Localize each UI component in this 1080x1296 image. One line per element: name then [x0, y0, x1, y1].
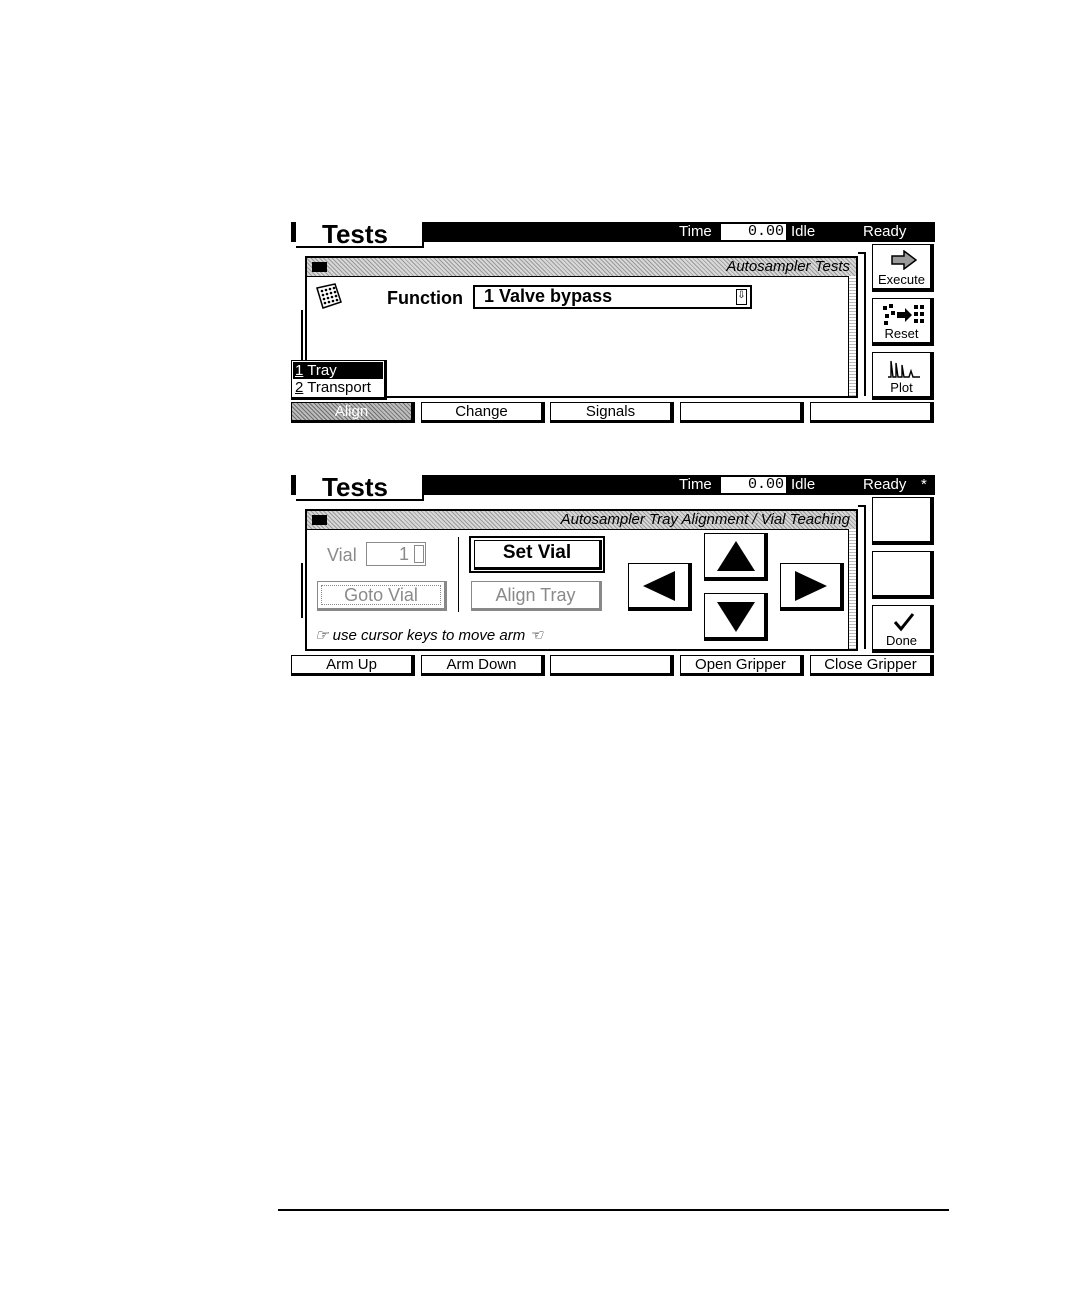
- menu-item-tray[interactable]: 1 Tray: [293, 362, 383, 379]
- vial-value: 1: [398, 544, 409, 564]
- back-window-edge-right: [858, 505, 866, 649]
- header-edge: [291, 222, 295, 242]
- softkey-open-gripper[interactable]: Open Gripper: [680, 655, 804, 676]
- arrow-right-icon: [891, 250, 917, 270]
- tests-screen-tray-alignment: Tests Time 0.00 Idle Ready * Autosampler…: [291, 474, 935, 681]
- menu-item-tray-key: 1: [295, 362, 304, 379]
- softkey-3[interactable]: [550, 655, 674, 676]
- softkey-align[interactable]: Align: [291, 402, 415, 423]
- screen-title: Tests: [296, 474, 424, 501]
- softkey-4[interactable]: [680, 402, 804, 423]
- time-label: Time: [679, 476, 712, 493]
- menu-item-transport-key: 2: [295, 379, 304, 396]
- hint-text: use cursor keys to move arm: [332, 627, 526, 644]
- menu-item-tray-label: Tray: [307, 362, 337, 379]
- status-flag: *: [921, 476, 927, 493]
- dialog-scrollbar[interactable]: [848, 276, 856, 396]
- plot-label: Plot: [890, 380, 913, 395]
- function-select[interactable]: 1 Valve bypass ⇩: [473, 285, 752, 309]
- softkey-5[interactable]: [810, 402, 934, 423]
- tests-screen-function: Tests Time 0.00 Idle Ready Autosampler T…: [291, 221, 935, 428]
- dropdown-arrow-icon[interactable]: ⇩: [736, 289, 747, 305]
- align-tray-label: Align Tray: [495, 585, 576, 605]
- window-menu-icon[interactable]: [312, 515, 327, 525]
- status-ready: Ready: [863, 476, 907, 493]
- checkmark-icon: [893, 613, 915, 632]
- autosampler-tests-dialog: Autosampler Tests: [305, 256, 858, 398]
- dialog-title: Autosampler Tray Alignment / Vial Teachi…: [560, 511, 850, 528]
- softkey-signals[interactable]: Signals: [550, 402, 674, 423]
- tray-icon: [316, 283, 342, 309]
- plot-button[interactable]: Plot: [872, 352, 934, 400]
- run-state: Idle: [791, 476, 816, 493]
- time-value: 0.00: [721, 224, 786, 240]
- divider: [458, 537, 459, 612]
- arrow-right-button[interactable]: [780, 563, 844, 611]
- triangle-right-icon: [795, 571, 827, 601]
- dialog-scrollbar[interactable]: [848, 529, 856, 649]
- run-state: Idle: [791, 223, 816, 240]
- pointing-hand-left-icon: ☜: [529, 627, 543, 644]
- time-value: 0.00: [721, 477, 786, 493]
- spinner-icon[interactable]: [414, 545, 424, 563]
- dialog-title-bar: Autosampler Tray Alignment / Vial Teachi…: [307, 511, 856, 530]
- plot-icon: [888, 360, 920, 378]
- arrow-up-button[interactable]: [704, 533, 768, 581]
- time-label: Time: [679, 223, 712, 240]
- status-ready: Ready: [863, 223, 907, 240]
- header-edge: [291, 475, 295, 495]
- goto-vial-button[interactable]: Goto Vial: [317, 581, 447, 611]
- softkey-arm-down[interactable]: Arm Down: [421, 655, 545, 676]
- window-menu-icon[interactable]: [312, 262, 327, 272]
- softkey-change[interactable]: Change: [421, 402, 545, 423]
- hint-line: ☞ use cursor keys to move arm ☜: [315, 626, 543, 644]
- set-vial-label: Set Vial: [474, 540, 602, 570]
- execute-button[interactable]: Execute: [872, 244, 934, 292]
- done-button[interactable]: Done: [872, 605, 934, 653]
- pointing-hand-right-icon: ☞: [315, 627, 329, 644]
- triangle-left-icon: [643, 571, 675, 601]
- vial-input[interactable]: 1: [366, 542, 426, 566]
- side-button-2[interactable]: [872, 551, 934, 599]
- execute-label: Execute: [878, 272, 925, 287]
- arrow-left-button[interactable]: [628, 563, 692, 611]
- function-value: 1 Valve bypass: [484, 286, 613, 306]
- triangle-down-icon: [717, 602, 755, 632]
- arrow-down-button[interactable]: [704, 593, 768, 641]
- dialog-title: Autosampler Tests: [726, 258, 850, 275]
- reset-label: Reset: [884, 326, 919, 341]
- function-label: Function: [387, 288, 463, 308]
- align-popup-menu: 1 Tray 2 Transport: [291, 360, 387, 400]
- vial-label: Vial: [327, 545, 357, 565]
- set-vial-button[interactable]: Set Vial: [469, 536, 605, 573]
- menu-item-transport[interactable]: 2 Transport: [293, 379, 383, 396]
- align-tray-button[interactable]: Align Tray: [471, 581, 602, 611]
- page-footer-rule: [278, 1209, 949, 1211]
- triangle-up-icon: [717, 541, 755, 571]
- softkey-close-gripper[interactable]: Close Gripper: [810, 655, 934, 676]
- focus-outline: [321, 585, 441, 605]
- dialog-title-bar: Autosampler Tests: [307, 258, 856, 277]
- reset-button[interactable]: Reset: [872, 298, 934, 346]
- softkey-arm-up[interactable]: Arm Up: [291, 655, 415, 676]
- reset-icon: [883, 304, 924, 325]
- screen-title: Tests: [296, 221, 424, 248]
- back-window-edge-right: [858, 252, 866, 396]
- menu-item-transport-label: Transport: [307, 379, 371, 396]
- done-label: Done: [885, 633, 918, 648]
- side-button-1[interactable]: [872, 497, 934, 545]
